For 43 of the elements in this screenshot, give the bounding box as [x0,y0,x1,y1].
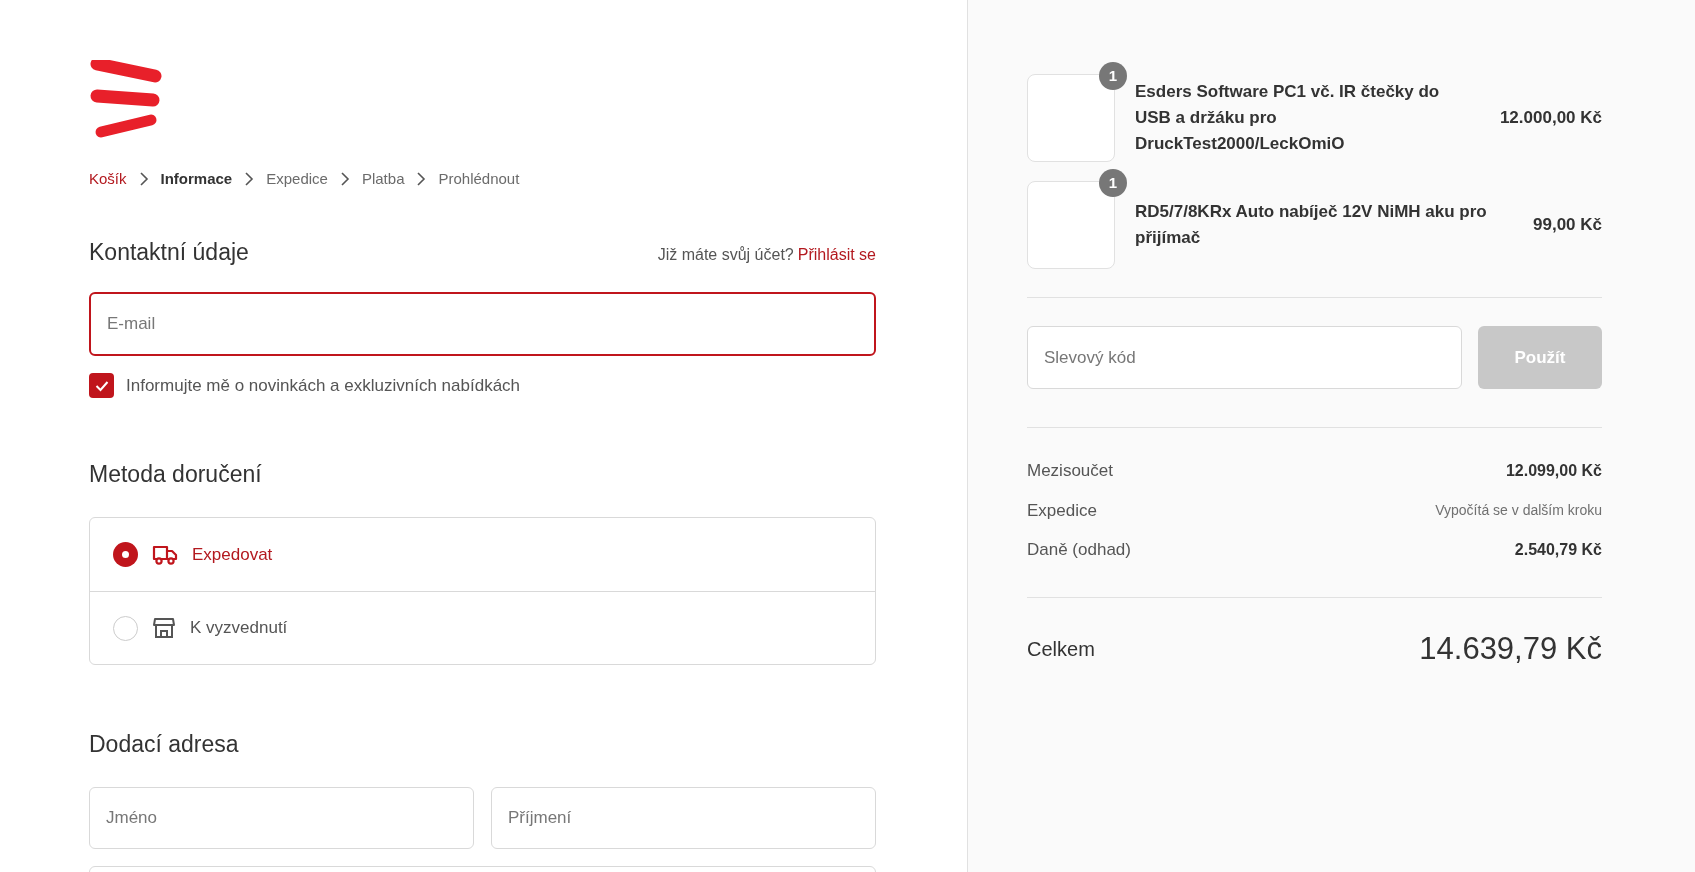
product-price: 12.000,00 Kč [1499,107,1602,130]
breadcrumb-item: Platba [361,169,405,189]
delivery-option-label: Expedovat [192,543,273,566]
product-name: RD5/7/8KRx Auto nabíječ 12V NiMH aku pro přijímač [1135,201,1488,249]
summary-value: 2.540,79 Kč [1514,539,1602,560]
total-amount: 14.639,79 Kč [1419,629,1602,668]
radio-button[interactable] [113,615,138,641]
quantity-badge: 1 [1099,169,1127,197]
summary-label: Expedice [1027,499,1097,522]
chevron-right-icon [339,172,350,187]
radio-button[interactable] [113,542,138,567]
name-field[interactable]: Jméno [89,786,474,849]
quantity-badge: 1 [1099,62,1127,90]
breadcrumb-item: Prohlédnout [438,169,520,189]
delivery-option-label: K vyzvednutí [190,617,288,640]
breadcrumb-item[interactable]: Košík [89,168,127,191]
total-label: Celkem [1027,636,1095,662]
summary-value: 12.099,00 Kč [1505,460,1602,481]
checkbox-label: Informujte mě o novinkách a exkluzivních nabídkách [126,375,521,397]
product-price: 99,00 Kč [1533,214,1602,237]
store-icon [152,616,176,640]
summary-label: Daně (odhad) [1027,539,1131,561]
section-heading: Dodací adresa [89,730,240,759]
chevron-right-icon [416,172,427,187]
summary-label: Mezisoučet [1027,460,1113,482]
account-prompt: Již máte svůj účet? [657,244,794,265]
product-name: Esders Software PC1 vč. IR čtečky do USB a držáku pro DruckTest2000/LeckOmiO [1135,81,1441,155]
logo-icon [89,60,163,140]
login-link[interactable]: Přihlásit se [797,242,876,267]
name-field[interactable]: Příjmení [491,786,876,849]
section-heading: Kontaktní údaje [89,237,249,267]
breadcrumb-item: Informace [160,169,233,189]
checkmark-icon [94,379,109,392]
chevron-right-icon [138,172,149,187]
summary-value: Vypočítá se v dalším kroku [1435,500,1602,520]
chevron-right-icon [244,172,255,187]
truck-icon [152,543,178,566]
email-field[interactable]: E-mail [89,292,876,356]
delivery-option[interactable]: K vyzvednutí [90,591,875,664]
section-heading: Metoda doručení [89,459,263,489]
breadcrumb-item: Expedice [266,169,328,189]
checkbox[interactable] [89,373,114,399]
delivery-option[interactable]: Expedovat [90,518,875,591]
